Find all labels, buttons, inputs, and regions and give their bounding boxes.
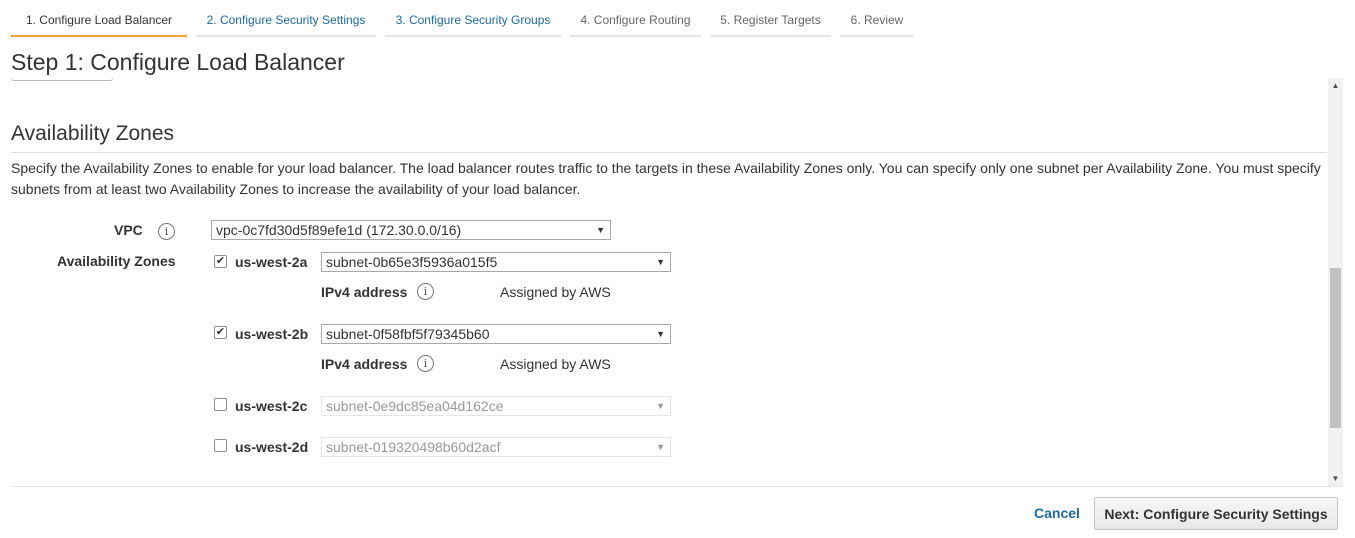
availability-zones-label: Availability Zones — [57, 253, 176, 269]
tab-configure-security-groups[interactable]: 3. Configure Security Groups — [385, 6, 561, 37]
scrollbar-thumb[interactable] — [1330, 268, 1341, 428]
zone-checkbox-us-west-2c[interactable] — [214, 398, 227, 411]
section-divider — [11, 152, 1327, 153]
zone-name-us-west-2b: us-west-2b — [235, 326, 309, 342]
section-description: Specify the Availability Zones to enable… — [11, 160, 1321, 197]
zone-name-us-west-2a: us-west-2a — [235, 254, 308, 270]
tab-configure-load-balancer[interactable]: 1. Configure Load Balancer — [11, 6, 187, 37]
tab-configure-security-settings[interactable]: 2. Configure Security Settings — [196, 6, 376, 37]
subnet-select-value: subnet-0b65e3f5936a015f5 — [326, 254, 498, 270]
caret-down-icon: ▼ — [656, 257, 665, 267]
content-pane: Availability Zones Specify the Availabil… — [0, 78, 1343, 486]
subnet-select-us-west-2a[interactable]: subnet-0b65e3f5936a015f5 ▼ — [321, 252, 671, 272]
tab-configure-routing[interactable]: 4. Configure Routing — [570, 6, 701, 37]
ipv4-address-value: Assigned by AWS — [500, 284, 611, 300]
section-title: Availability Zones — [11, 122, 175, 145]
subnet-select-us-west-2b[interactable]: subnet-0f58fbf5f79345b60 ▼ — [321, 324, 671, 344]
footer-divider — [11, 486, 1343, 487]
check-icon: ✔ — [215, 326, 226, 338]
ipv4-address-label: IPv4 address — [321, 284, 408, 300]
page-title: Step 1: Configure Load Balancer — [11, 49, 345, 75]
caret-down-icon: ▼ — [656, 401, 665, 411]
tab-register-targets[interactable]: 5. Register Targets — [710, 6, 831, 37]
caret-down-icon: ▼ — [656, 442, 665, 452]
next-configure-security-settings-button[interactable]: Next: Configure Security Settings — [1094, 497, 1338, 530]
zone-name-us-west-2d: us-west-2d — [235, 439, 309, 455]
subnet-select-us-west-2d[interactable]: subnet-019320498b60d2acf ▼ — [321, 437, 671, 457]
ipv4-address-value: Assigned by AWS — [500, 356, 611, 372]
vpc-select[interactable]: vpc-0c7fd30d5f89efe1d (172.30.0.0/16) ▼ — [211, 220, 611, 240]
vertical-scrollbar[interactable]: ▲ ▼ — [1328, 78, 1343, 486]
subnet-select-value: subnet-019320498b60d2acf — [326, 439, 501, 455]
check-icon: ✔ — [215, 255, 226, 267]
zone-name-us-west-2c: us-west-2c — [235, 398, 308, 414]
subnet-select-value: subnet-0e9dc85ea04d162ce — [326, 398, 504, 414]
caret-down-icon: ▼ — [656, 329, 665, 339]
info-icon[interactable]: i — [417, 283, 434, 300]
vpc-select-value: vpc-0c7fd30d5f89efe1d (172.30.0.0/16) — [216, 222, 462, 238]
scroll-down-icon[interactable]: ▼ — [1328, 471, 1343, 486]
caret-down-icon: ▼ — [596, 225, 605, 235]
ipv4-address-label: IPv4 address — [321, 356, 408, 372]
collapsed-section-tab[interactable] — [11, 78, 113, 81]
zone-checkbox-us-west-2a[interactable]: ✔ — [214, 255, 227, 268]
zone-checkbox-us-west-2d[interactable] — [214, 439, 227, 452]
scroll-up-icon[interactable]: ▲ — [1328, 78, 1343, 93]
subnet-select-us-west-2c[interactable]: subnet-0e9dc85ea04d162ce ▼ — [321, 396, 671, 416]
zone-checkbox-us-west-2b[interactable]: ✔ — [214, 326, 227, 339]
vpc-label: VPC — [114, 222, 143, 238]
info-icon[interactable]: i — [417, 355, 434, 372]
info-icon[interactable]: i — [158, 223, 175, 240]
tab-review[interactable]: 6. Review — [840, 6, 914, 37]
subnet-select-value: subnet-0f58fbf5f79345b60 — [326, 326, 490, 342]
cancel-link[interactable]: Cancel — [1034, 505, 1080, 521]
